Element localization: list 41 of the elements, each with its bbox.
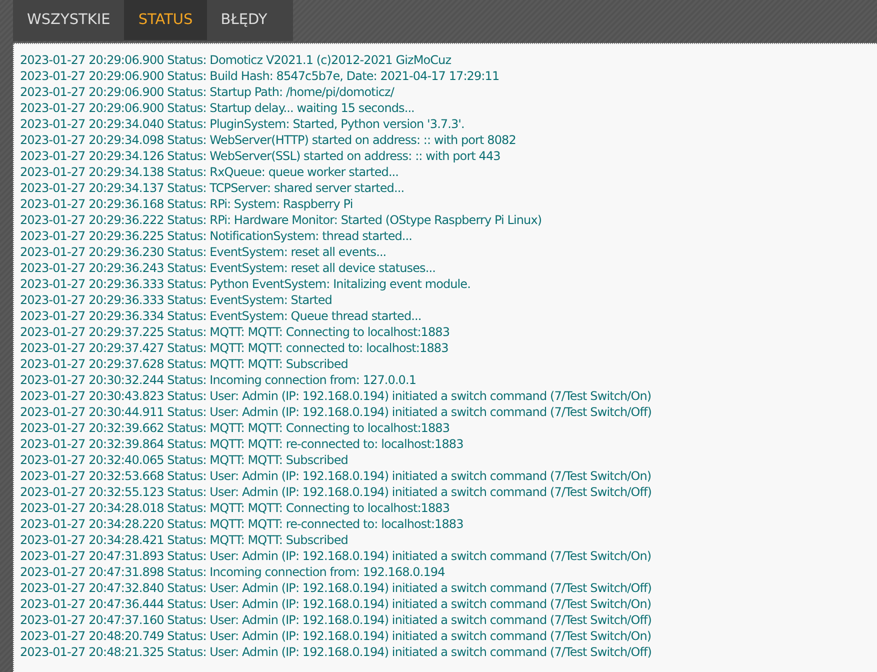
log-line: 2023-01-27 20:47:32.840 Status: User: Admin (IP: 192.168.0.194) initiated a switch command (7/Test Switch/Off) <box>20 580 652 596</box>
log-line: 2023-01-27 20:48:21.325 Status: User: Admin (IP: 192.168.0.194) initiated a switch command (7/Test Switch/Off) <box>20 644 652 660</box>
log-line: 2023-01-27 20:47:37.160 Status: User: Admin (IP: 192.168.0.194) initiated a switch command (7/Test Switch/Off) <box>20 612 652 628</box>
log-line: 2023-01-27 20:29:36.230 Status: EventSystem: reset all events... <box>20 244 386 260</box>
log-line: 2023-01-27 20:29:34.126 Status: WebServer(SSL) started on address: :: with port 443 <box>20 148 500 164</box>
tab[interactable]: BŁĘDY <box>206 0 282 40</box>
log-line: 2023-01-27 20:29:36.168 Status: RPi: System: Raspberry Pi <box>20 196 353 212</box>
log-line: 2023-01-27 20:30:44.911 Status: User: Admin (IP: 192.168.0.194) initiated a switch command (7/Test Switch/Off) <box>20 404 652 420</box>
log-line: 2023-01-27 20:48:20.749 Status: User: Admin (IP: 192.168.0.194) initiated a switch command (7/Test Switch/On) <box>20 628 652 644</box>
log-line: 2023-01-27 20:30:43.823 Status: User: Admin (IP: 192.168.0.194) initiated a switch command (7/Test Switch/On) <box>20 388 652 404</box>
log-line: 2023-01-27 20:29:34.138 Status: RxQueue: queue worker started... <box>20 164 399 180</box>
log-line: 2023-01-27 20:32:40.065 Status: MQTT: MQTT: Subscribed <box>20 452 348 468</box>
log-line: 2023-01-27 20:29:06.900 Status: Startup Path: /home/pi/domoticz/ <box>20 84 394 100</box>
log-line: 2023-01-27 20:29:37.427 Status: MQTT: MQTT: connected to: localhost:1883 <box>20 340 448 356</box>
log-line: 2023-01-27 20:29:37.628 Status: MQTT: MQTT: Subscribed <box>20 356 348 372</box>
log-line: 2023-01-27 20:29:37.225 Status: MQTT: MQTT: Connecting to localhost:1883 <box>20 324 450 340</box>
log-line: 2023-01-27 20:29:06.900 Status: Startup delay... waiting 15 seconds... <box>20 100 414 116</box>
log-line: 2023-01-27 20:32:55.123 Status: User: Admin (IP: 192.168.0.194) initiated a switch command (7/Test Switch/Off) <box>20 484 652 500</box>
log-line: 2023-01-27 20:34:28.220 Status: MQTT: MQTT: re-connected to: localhost:1883 <box>20 516 464 532</box>
log-line: 2023-01-27 20:29:36.333 Status: EventSystem: Started <box>20 292 332 308</box>
tab[interactable]: STATUS <box>124 0 207 40</box>
log-line: 2023-01-27 20:47:36.444 Status: User: Admin (IP: 192.168.0.194) initiated a switch command (7/Test Switch/On) <box>20 596 652 612</box>
log-line: 2023-01-27 20:47:31.898 Status: Incoming connection from: 192.168.0.194 <box>20 564 445 580</box>
log-line: 2023-01-27 20:29:36.225 Status: NotificationSystem: thread started... <box>20 228 412 244</box>
log-line: 2023-01-27 20:32:39.864 Status: MQTT: MQTT: re-connected to: localhost:1883 <box>20 436 464 452</box>
log-line: 2023-01-27 20:29:34.137 Status: TCPServer: shared server started... <box>20 180 404 196</box>
log-line: 2023-01-27 20:29:34.040 Status: PluginSystem: Started, Python version '3.7.3'. <box>20 116 464 132</box>
log-line: 2023-01-27 20:30:32.244 Status: Incoming connection from: 127.0.0.1 <box>20 372 416 388</box>
log-line: 2023-01-27 20:47:31.893 Status: User: Admin (IP: 192.168.0.194) initiated a switch command (7/Test Switch/On) <box>20 548 652 564</box>
log-line: 2023-01-27 20:34:28.421 Status: MQTT: MQTT: Subscribed <box>20 532 348 548</box>
log-line: 2023-01-27 20:29:36.222 Status: RPi: Hardware Monitor: Started (OStype Raspberry Pi Linux) <box>20 212 542 228</box>
log-line: 2023-01-27 20:34:28.018 Status: MQTT: MQTT: Connecting to localhost:1883 <box>20 500 450 516</box>
log-line: 2023-01-27 20:29:36.334 Status: EventSystem: Queue thread started... <box>20 308 422 324</box>
log-line: 2023-01-27 20:29:36.333 Status: Python EventSystem: Initalizing event module. <box>20 276 470 292</box>
log-line: 2023-01-27 20:29:34.098 Status: WebServer(HTTP) started on address: :: with port 8082 <box>20 132 516 148</box>
log-line: 2023-01-27 20:29:36.243 Status: EventSystem: reset all device statuses... <box>20 260 436 276</box>
log-line: 2023-01-27 20:29:06.900 Status: Build Hash: 8547c5b7e, Date: 2021-04-17 17:29:11 <box>20 68 500 84</box>
log-line: 2023-01-27 20:32:39.662 Status: MQTT: MQTT: Connecting to localhost:1883 <box>20 420 450 436</box>
tab[interactable]: WSZYSTKIE <box>13 0 124 40</box>
log-line: 2023-01-27 20:29:06.900 Status: Domoticz V2021.1 (c)2012-2021 GizMoCuz <box>20 52 452 68</box>
log-line: 2023-01-27 20:32:53.668 Status: User: Admin (IP: 192.168.0.194) initiated a switch command (7/Test Switch/On) <box>20 468 652 484</box>
